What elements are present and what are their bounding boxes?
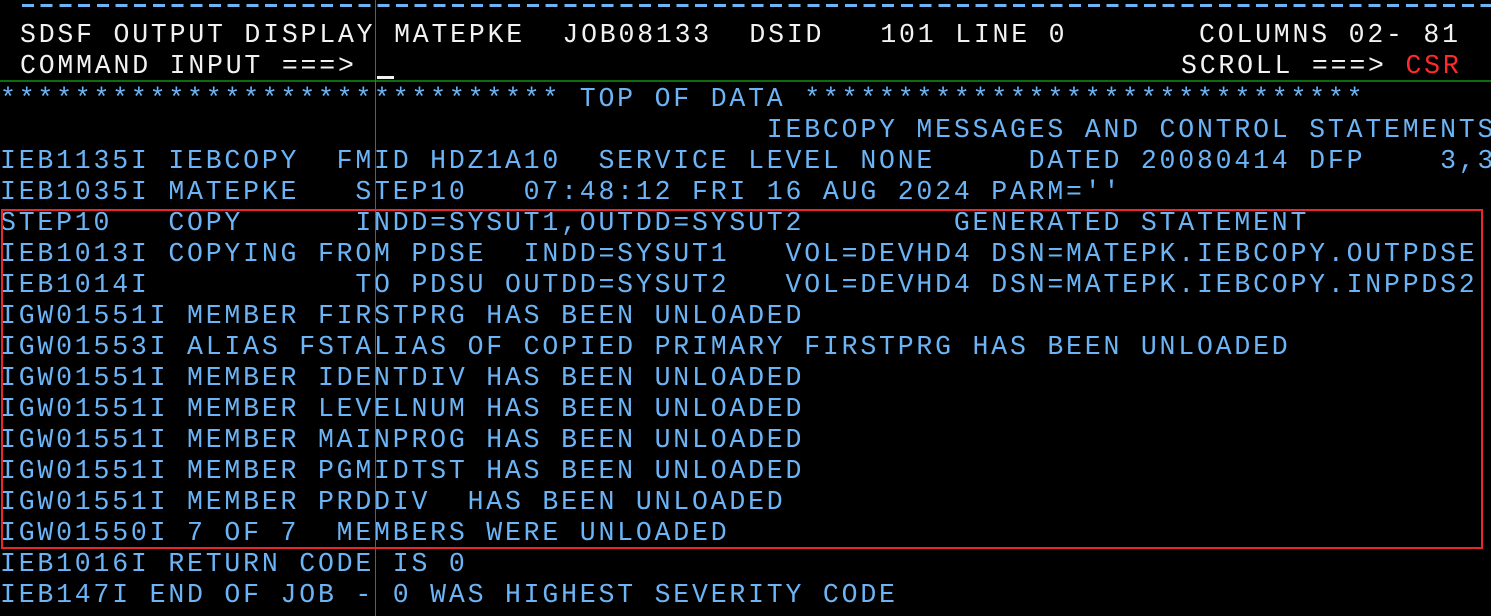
command-input-label: COMMAND INPUT ===> [20,51,357,81]
output-line: IEB1013I COPYING FROM PDSE INDD=SYSUT1 V… [0,239,1478,269]
output-line: IEB1035I MATEPKE STEP10 07:48:12 FRI 16 … [0,177,1123,207]
columns-indicator: COLUMNS 02- 81 [1199,20,1461,51]
output-line: IEBCOPY MESSAGES AND CONTROL STATEMENTS [0,115,1491,145]
output-line: IGW01553I ALIAS FSTALIAS OF COPIED PRIMA… [0,332,1291,362]
header-line-1: SDSF OUTPUT DISPLAY MATEPKE JOB08133 DSI… [20,20,1067,51]
output-line: STEP10 COPY INDD=SYSUT1,OUTDD=SYSUT2 GEN… [0,208,1310,238]
columns-value: 02- 81 [1348,20,1461,50]
output-line: IEB1016I RETURN CODE IS 0 [0,549,468,579]
text-cursor [377,76,394,79]
output-line: IGW01551I MEMBER IDENTDIV HAS BEEN UNLOA… [0,363,805,393]
command-line: COMMAND INPUT ===> [20,51,357,82]
command-input[interactable] [377,51,1167,82]
header-dash-separator [22,4,1491,7]
output-line: IEB1014I TO PDSU OUTDD=SYSUT2 VOL=DEVHD4… [0,270,1478,300]
output-line: IGW01551I MEMBER LEVELNUM HAS BEEN UNLOA… [0,394,805,424]
panel-title: SDSF OUTPUT DISPLAY [20,20,376,50]
job-name: MATEPKE [394,20,525,50]
header-divider-line [0,80,1491,82]
columns-label: COLUMNS [1199,20,1330,50]
scroll-field: SCROLL ===> CSR [1181,51,1462,82]
scroll-label: SCROLL ===> [1181,51,1387,81]
output-line: IGW01551I MEMBER FIRSTPRG HAS BEEN UNLOA… [0,301,805,331]
top-of-data-marker: ****************************** TOP OF DA… [0,84,1366,114]
line-value: 0 [1048,20,1068,50]
output-line: IGW01551I MEMBER PGMIDTST HAS BEEN UNLOA… [0,456,805,486]
output-line: IGW01551I MEMBER MAINPROG HAS BEEN UNLOA… [0,425,805,455]
output-line: IEB147I END OF JOB - 0 WAS HIGHEST SEVER… [0,580,898,610]
dsid-label: DSID [749,20,825,50]
output-line: IEB1135I IEBCOPY FMID HDZ1A10 SERVICE LE… [0,146,1491,176]
scroll-amount-input[interactable]: CSR [1405,51,1461,81]
sdsf-terminal-screen: SDSF OUTPUT DISPLAY MATEPKE JOB08133 DSI… [0,0,1491,616]
cursor-column-guide-line [375,0,376,616]
job-id: JOB08133 [562,20,713,50]
output-line: IGW01551I MEMBER PRDDIV HAS BEEN UNLOADE… [0,487,786,517]
output-line: IGW01550I 7 OF 7 MEMBERS WERE UNLOADED [0,518,730,548]
line-label: LINE [955,20,1030,50]
dsid-value: 101 [880,20,937,50]
